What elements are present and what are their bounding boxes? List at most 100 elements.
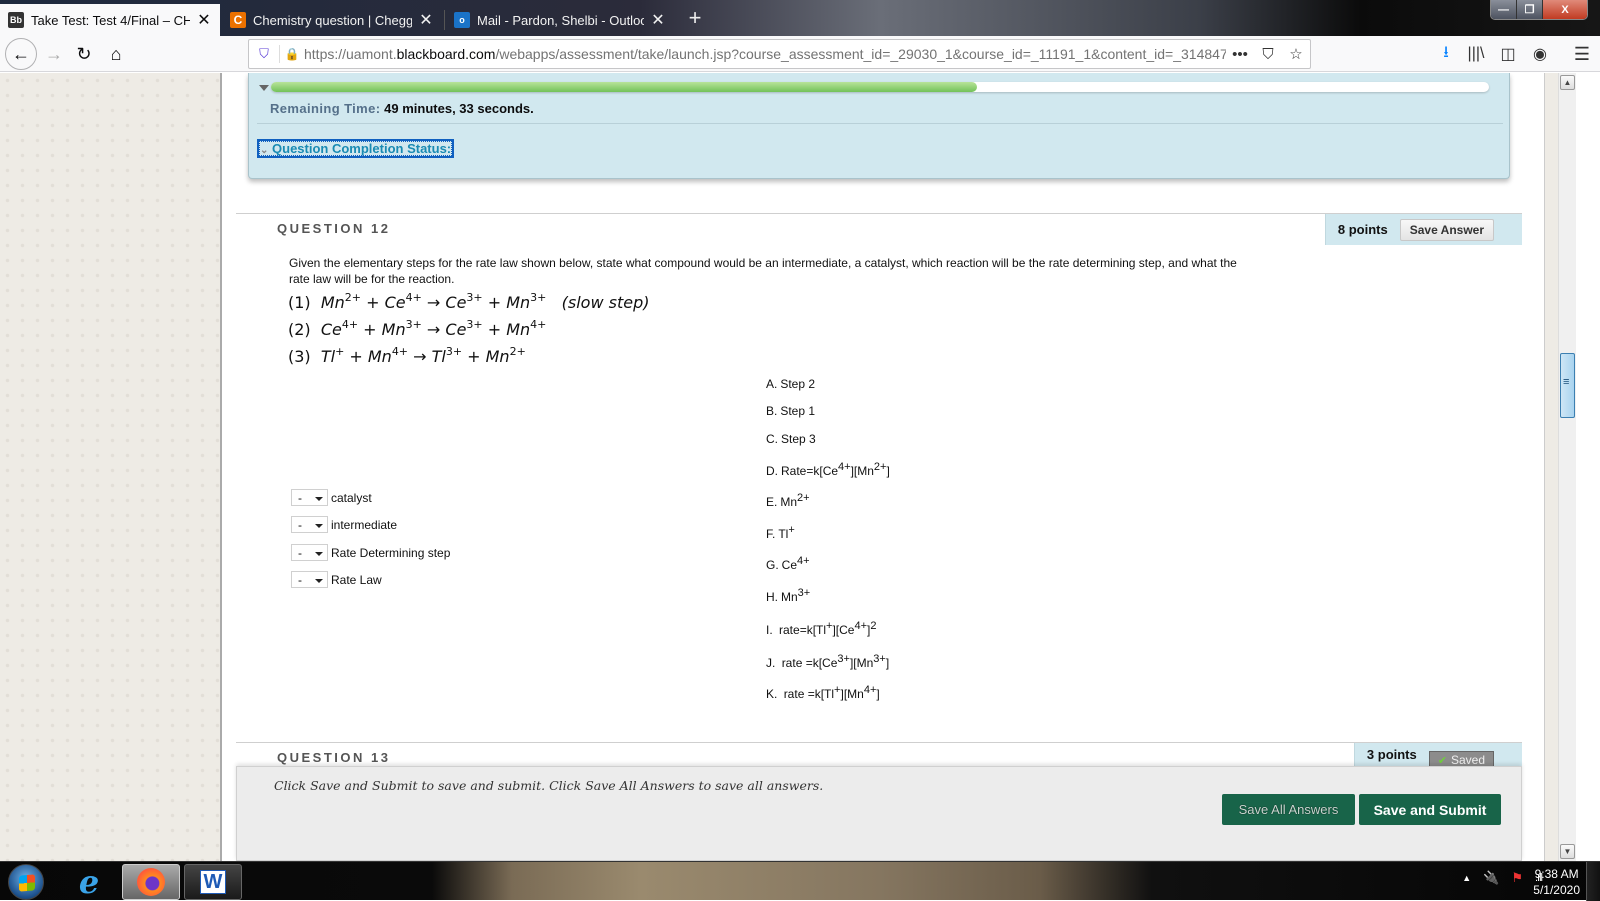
match-row-rate-determining-step: - Rate Determining step [291,544,450,561]
submit-bar: Click Save and Submit to save and submit… [236,766,1522,861]
selected-value: - [298,490,302,505]
rate-law-select[interactable]: - [291,571,328,588]
firefox-taskbar-button[interactable] [122,864,180,900]
system-tray: ▲ 🔌 ⚑ .ıll [1462,870,1543,886]
equation-3: (3) Tl+ + Mn4+ → Tl3+ + Mn2+ [288,345,526,366]
timer-divider [257,123,1503,124]
window-controls: — ❐ X [1490,0,1588,20]
charge: 3+ [837,653,850,665]
page-background-pattern-right [1544,73,1558,861]
match-label: Rate Determining step [331,545,451,560]
answer-option-j: J. rate =k[Ce3+][Mn3+] [766,653,889,670]
dropdown-arrow-icon [315,579,323,583]
power-plug-icon[interactable]: 🔌 [1483,870,1499,886]
vertical-scrollbar[interactable]: ▲ ▼ [1558,73,1576,861]
scrollbar-thumb[interactable] [1560,353,1575,418]
close-window-button[interactable]: X [1543,0,1587,19]
forward-button[interactable]: → [40,40,68,68]
remaining-seconds: 33 [459,101,474,116]
option-text: rate =k[Ce [781,656,838,670]
option-text: Tl [778,527,789,541]
equation-number: (3) [288,347,311,366]
charge: 3+ [445,345,463,358]
option-text: Step 3 [781,432,816,446]
page-actions-icon[interactable]: ••• [1226,46,1254,63]
pocket-icon[interactable]: ⛉ [1254,46,1282,63]
library-icon[interactable]: |||\ [1462,40,1490,68]
taskbar-clock[interactable]: 9:38 AM 5/1/2020 [1533,866,1580,898]
option-text: ] [886,464,890,478]
back-button[interactable]: ← [5,38,37,70]
arrow-right-icon: → [45,43,63,64]
reload-button[interactable]: ↻ [70,40,98,68]
save-all-answers-button[interactable]: Save All Answers [1222,794,1355,825]
charge: 3+ [405,318,422,331]
reload-icon: ↻ [76,43,92,64]
show-hidden-icons-arrow-icon[interactable]: ▲ [1462,873,1471,883]
selected-value: - [298,572,302,587]
intermediate-select[interactable]: - [291,516,328,533]
answer-option-a: A. Step 2 [766,377,815,391]
lock-icon[interactable]: 🔒 [280,47,304,61]
species: Ce [384,293,406,312]
start-button[interactable] [8,864,44,900]
home-icon: ⌂ [110,43,122,64]
minimize-button[interactable]: — [1491,0,1517,19]
charge: 2+ [344,291,362,304]
downloads-icon[interactable]: ⭳ [1432,40,1460,68]
option-letter: I. [766,623,773,637]
charge: + [788,524,795,536]
collapse-triangle-icon[interactable] [259,85,269,91]
close-tab-icon[interactable]: ✕ [196,10,212,30]
equation-1: (1) Mn2+ + Ce4+ → Ce3+ + Mn3+ (slow step… [288,291,650,312]
charge: 4+ [838,461,851,473]
tab-title: Chemistry question | Chegg.co [253,12,412,28]
tab-chegg[interactable]: C Chemistry question | Chegg.co ✕ [222,4,442,36]
save-and-submit-button[interactable]: Save and Submit [1359,794,1501,825]
home-button[interactable]: ⌂ [102,40,130,68]
answer-option-f: F. Tl+ [766,524,795,541]
option-letter: F. [766,527,776,541]
new-tab-button[interactable]: + [680,4,710,34]
tab-title: Take Test: Test 4/Final – CHEM [31,12,190,28]
page-background-pattern [0,73,222,861]
species: Tl [320,347,336,366]
scroll-down-button[interactable]: ▼ [1560,844,1575,859]
menu-hamburger-icon[interactable]: ☰ [1568,40,1596,68]
word-icon: W [200,870,226,894]
word-taskbar-button[interactable]: W [184,864,242,900]
internet-explorer-icon[interactable]: e [60,863,118,901]
scroll-up-button[interactable]: ▲ [1560,75,1575,90]
catalyst-select[interactable]: - [291,489,328,506]
option-text: ][Mn [849,656,874,670]
option-letter: E. [766,495,778,509]
charge: + [335,345,345,358]
account-icon[interactable]: ◉ [1526,40,1554,68]
match-row-catalyst: - catalyst [291,489,372,506]
tracking-protection-shield-icon[interactable]: ⛉ [249,46,279,62]
tab-outlook[interactable]: o Mail - Pardon, Shelbi - Outlook ✕ [446,4,674,36]
answer-option-i: I. rate=k[Tl+][Ce4+]2 [766,620,877,637]
save-answer-button[interactable]: Save Answer [1399,218,1494,241]
option-letter: H. [766,590,778,604]
show-desktop-button[interactable] [1586,862,1600,901]
bookmark-star-icon[interactable]: ☆ [1282,45,1310,63]
equation-number: (2) [288,320,311,339]
option-text: rate =k[Tl [783,687,835,701]
tab-blackboard-test[interactable]: Bb Take Test: Test 4/Final – CHEM ✕ [0,4,220,36]
rate-determining-step-select[interactable]: - [291,544,328,561]
question-completion-status-link[interactable]: ⌄ Question Completion Status: [257,139,455,158]
dropdown-arrow-icon [315,497,323,501]
close-tab-icon[interactable]: ✕ [418,10,434,30]
submit-instructions: Click Save and Submit to save and submit… [274,778,824,793]
close-tab-icon[interactable]: ✕ [650,10,666,30]
address-bar[interactable]: ⛉ 🔒 https://uamont.blackboard.com/webapp… [248,39,1311,69]
blackboard-favicon-icon: Bb [8,12,24,28]
dropdown-arrow-icon [315,524,323,528]
sidebar-icon[interactable]: ◫ [1494,40,1522,68]
answer-option-d: D. Rate=k[Ce4+][Mn2+] [766,461,890,478]
species: Ce [445,293,467,312]
url-text[interactable]: https://uamont.blackboard.com/webapps/as… [304,46,1226,62]
action-center-flag-icon[interactable]: ⚑ [1511,870,1523,886]
restore-button[interactable]: ❐ [1517,0,1543,19]
